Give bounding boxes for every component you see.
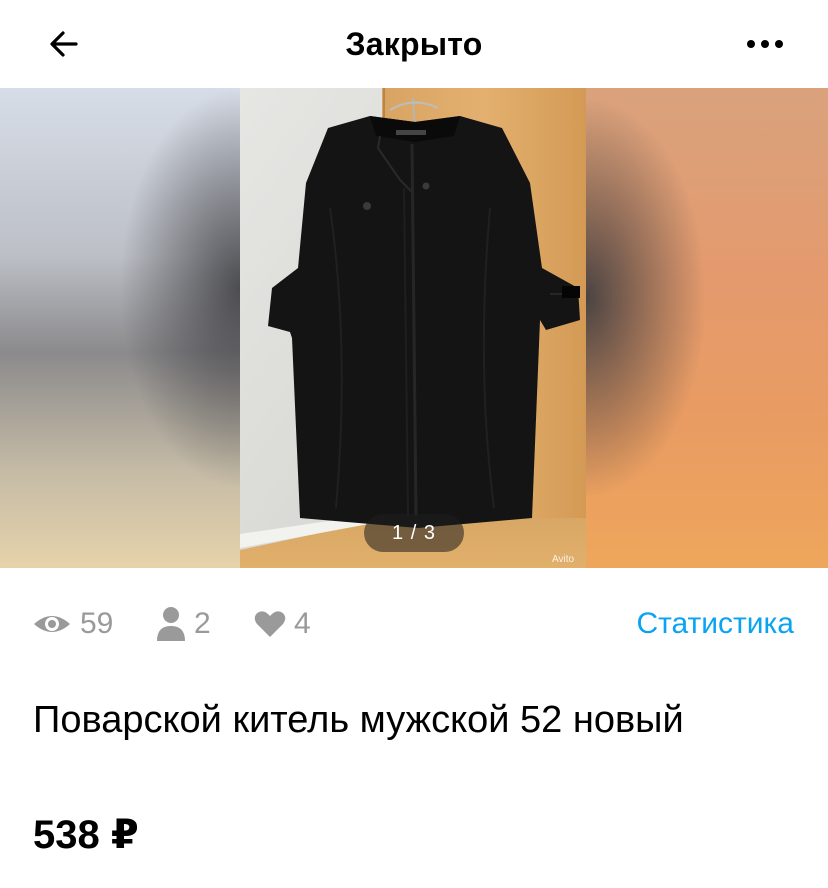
stats-row: 59 2 4 Статистика [0,568,828,678]
views-count: 59 [80,607,114,640]
avito-watermark: Avito [552,554,575,565]
listing-title: Поварской китель мужской 52 новый [33,699,684,741]
favorites-stat: 4 [254,604,311,644]
gallery-blur-right [586,88,828,568]
photo-counter: 1 / 3 [364,514,464,552]
top-bar: Закрыто [0,0,828,88]
photo-gallery[interactable]: 1 / 3 Avito [0,88,828,568]
listing-price: 538 ₽ [33,813,139,857]
listing-photo[interactable] [240,88,586,568]
eye-icon [34,616,70,632]
views-stat: 59 [32,604,113,644]
more-button[interactable] [736,22,794,66]
heart-icon [254,611,286,637]
person-icon [157,607,185,641]
page-title: Закрыто [345,26,483,62]
statistics-link[interactable]: Статистика [636,604,794,644]
more-horizontal-icon [747,40,783,48]
contacts-count: 2 [194,607,211,640]
contacts-stat: 2 [156,604,211,644]
favorites-count: 4 [294,607,311,640]
gallery-blur-left [0,88,240,568]
